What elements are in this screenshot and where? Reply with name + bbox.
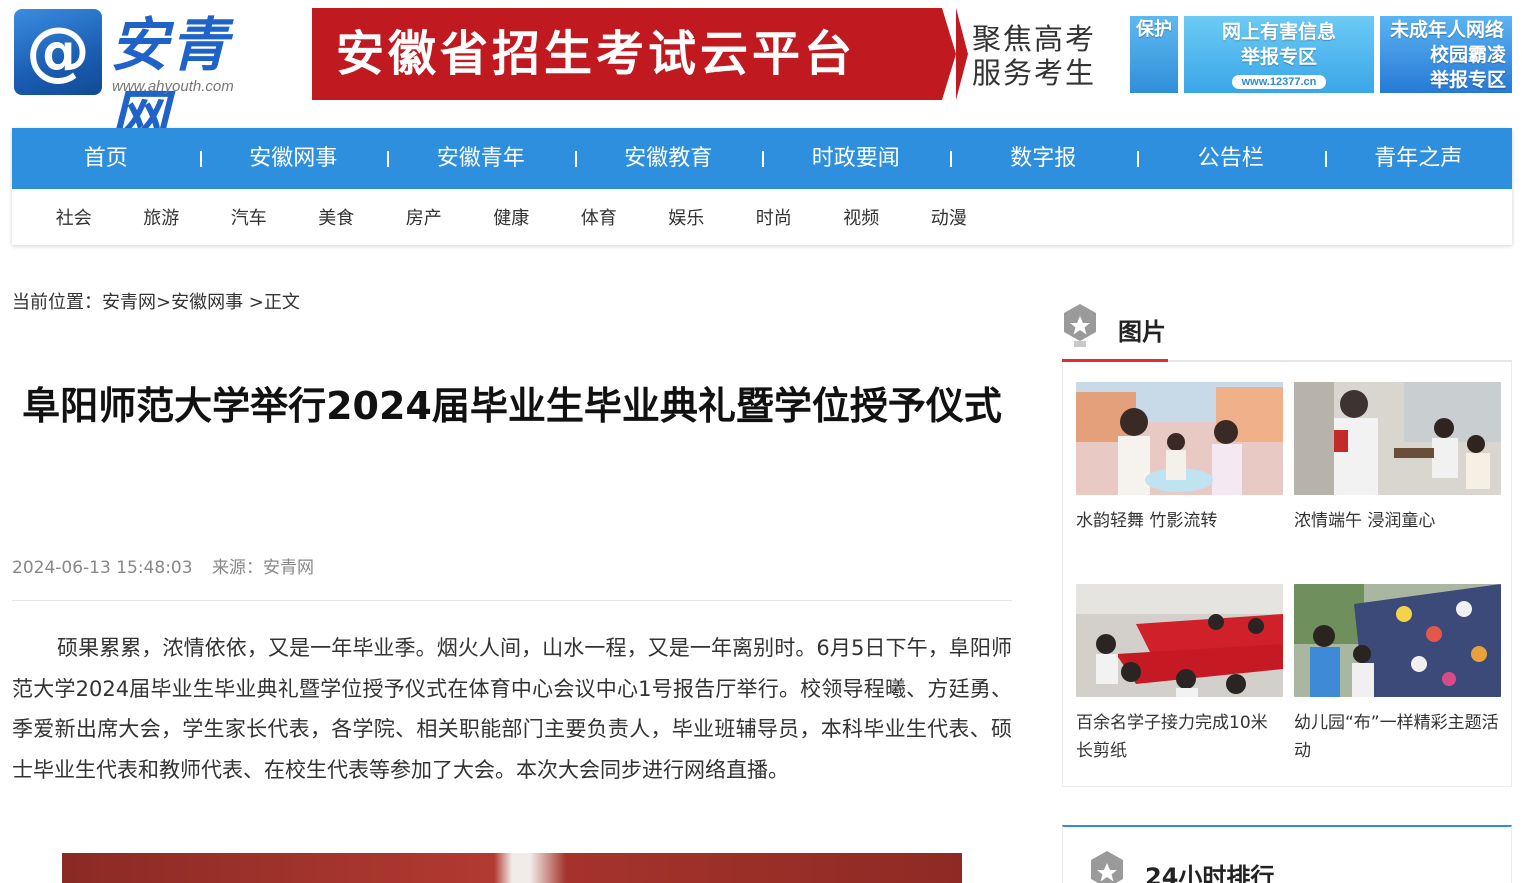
subnav-food[interactable]: 美食 <box>293 204 381 230</box>
gallery-caption[interactable]: 百余名学子接力完成10米长剪纸 <box>1076 709 1283 765</box>
nav-youth-voice[interactable]: 青年之声 <box>1324 128 1513 189</box>
nav-anhui-youth[interactable]: 安徽青年 <box>387 128 575 189</box>
star-badge-icon <box>1091 851 1123 883</box>
nav-anhui-education[interactable]: 安徽教育 <box>574 128 763 189</box>
logo-url: www.ahyouth.com <box>112 78 234 95</box>
ad-line: 举报专区 <box>1430 69 1507 91</box>
ad-line: 保护 <box>1136 19 1172 40</box>
gallery-thumbnail[interactable] <box>1294 382 1501 495</box>
subnav-health[interactable]: 健康 <box>468 204 556 230</box>
subnav-entertainment[interactable]: 娱乐 <box>643 204 731 230</box>
article-title: 阜阳师范大学举行2024届毕业生毕业典礼暨学位授予仪式 <box>22 384 1002 428</box>
photo-gallery: 水韵轻舞 竹影流转 浓情端午 浸润童心 百余名学子接力完成10米长剪纸 幼儿园“… <box>1062 362 1512 787</box>
ad-line: 未成年人网络 <box>1390 19 1505 41</box>
ad-protection[interactable]: 保护 <box>1130 16 1178 93</box>
nav-home[interactable]: 首页 <box>12 128 200 189</box>
divider <box>12 600 1012 601</box>
nav-politics[interactable]: 时政要闻 <box>762 128 950 189</box>
subnav-fashion[interactable]: 时尚 <box>730 204 818 230</box>
banner-slogan: 聚焦高考服务考生 <box>972 22 1097 90</box>
sub-nav-bar: 社会 旅游 汽车 美食 房产 健康 体育 娱乐 时尚 视频 动漫 <box>12 189 1512 245</box>
at-sign-logo-icon: @ <box>14 9 102 95</box>
nav-bulletin[interactable]: 公告栏 <box>1137 128 1325 189</box>
ad-line: 举报专区 <box>1240 46 1317 68</box>
main-nav-bar: 首页 安徽网事 安徽青年 安徽教育 时政要闻 数字报 公告栏 青年之声 <box>12 128 1512 189</box>
gallery-thumbnail[interactable] <box>1076 584 1283 697</box>
nav-digital-paper[interactable]: 数字报 <box>949 128 1138 189</box>
star-badge-icon <box>1064 304 1096 347</box>
banner-title: 安徽省招生考试云平台 <box>336 26 857 82</box>
banner-arrow-shape <box>956 8 968 100</box>
gallery-thumbnail[interactable] <box>1076 382 1283 495</box>
subnav-sports[interactable]: 体育 <box>555 204 643 230</box>
subnav-realestate[interactable]: 房产 <box>380 204 468 230</box>
gallery-thumbnail[interactable] <box>1294 584 1501 697</box>
article-photo <box>62 853 962 883</box>
publish-date: 2024-06-13 15:48:03 <box>12 558 193 578</box>
subnav-video[interactable]: 视频 <box>818 204 906 230</box>
gallery-card[interactable]: 水韵轻舞 竹影流转 <box>1076 382 1283 535</box>
ad-line: 网上有害信息 <box>1221 21 1336 43</box>
nav-anhui-news[interactable]: 安徽网事 <box>199 128 388 189</box>
subnav-society[interactable]: 社会 <box>30 204 118 230</box>
site-logo[interactable]: @ 安青网 www.ahyouth.com <box>14 9 274 151</box>
ranking-title: 24小时排行 <box>1145 863 1275 883</box>
article-source: 来源：安青网 <box>211 558 314 578</box>
gallery-header: 图片 <box>1062 302 1512 362</box>
gallery-caption[interactable]: 水韵轻舞 竹影流转 <box>1076 507 1283 535</box>
site-navigation: 首页 安徽网事 安徽青年 安徽教育 时政要闻 数字报 公告栏 青年之声 社会 旅… <box>12 128 1512 245</box>
subnav-travel[interactable]: 旅游 <box>118 204 206 230</box>
subnav-anime[interactable]: 动漫 <box>905 204 993 230</box>
ad-url-pill: www.12377.cn <box>1231 75 1327 89</box>
exam-platform-banner[interactable]: 安徽省招生考试云平台 聚焦高考服务考生 <box>312 8 1112 100</box>
article-meta: 2024-06-13 15:48:03 来源：安青网 <box>12 553 314 578</box>
subnav-auto[interactable]: 汽车 <box>205 204 293 230</box>
gallery-title: 图片 <box>1118 318 1166 346</box>
ad-harmful-info-report[interactable]: 网上有害信息 举报专区 www.12377.cn <box>1184 16 1374 93</box>
ranking-panel: 24小时排行 <box>1062 825 1512 883</box>
gallery-caption[interactable]: 浓情端午 浸润童心 <box>1294 507 1501 535</box>
gallery-card[interactable]: 幼儿园“布”一样精彩主题活动 <box>1294 584 1501 765</box>
article-body: 硕果累累，浓情依依，又是一年毕业季。烟火人间，山水一程，又是一年离别时。6月5日… <box>12 636 1012 782</box>
gallery-card[interactable]: 百余名学子接力完成10米长剪纸 <box>1076 584 1283 765</box>
ad-minor-bullying-report[interactable]: 未成年人网络 校园霸凌 举报专区 <box>1380 16 1512 93</box>
breadcrumb[interactable]: 当前位置：安青网>安徽网事 >正文 <box>12 288 300 314</box>
ad-line: 校园霸凌 <box>1430 44 1507 66</box>
gallery-card[interactable]: 浓情端午 浸润童心 <box>1294 382 1501 535</box>
gallery-caption[interactable]: 幼儿园“布”一样精彩主题活动 <box>1294 709 1501 765</box>
